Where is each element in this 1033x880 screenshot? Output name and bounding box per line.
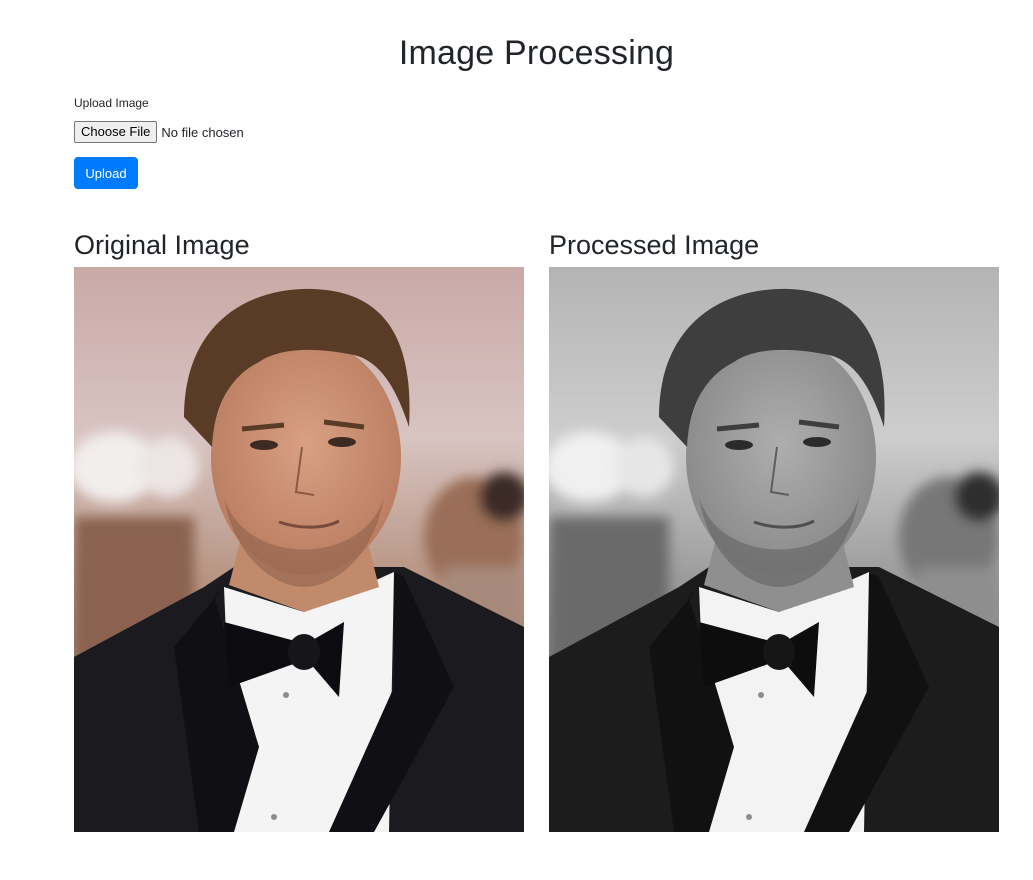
processed-image-title: Processed Image: [549, 230, 760, 260]
file-status-text: No file chosen: [161, 124, 244, 140]
upload-image-label: Upload Image: [74, 96, 149, 110]
original-image-title: Original Image: [74, 230, 250, 260]
file-input[interactable]: Choose File No file chosen: [74, 121, 244, 143]
original-image: [74, 267, 524, 832]
upload-button[interactable]: Upload: [74, 157, 138, 189]
choose-file-button[interactable]: Choose File: [74, 121, 158, 143]
page-title: Image Processing: [398, 34, 675, 72]
processed-image: [549, 267, 999, 832]
